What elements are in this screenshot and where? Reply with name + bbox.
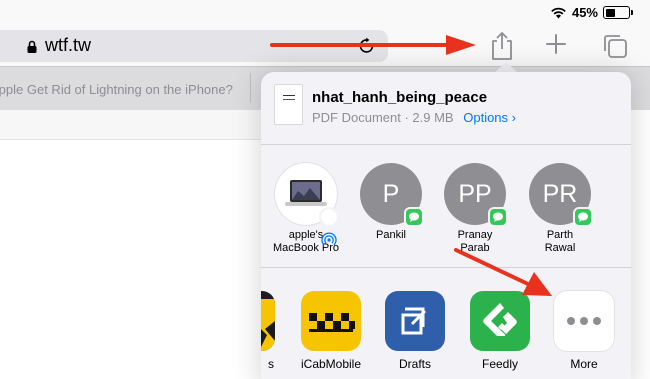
app-more[interactable]: More — [548, 291, 620, 371]
app-label: iCabMobile — [300, 357, 362, 371]
tabs-icon[interactable] — [602, 33, 628, 59]
app-label: Feedly — [481, 357, 519, 371]
people-row: apple's MacBook Pro P Pankil PP Pranay P… — [261, 145, 631, 268]
app-partial[interactable]: s — [261, 291, 281, 371]
status-indicators: 45% — [550, 5, 633, 20]
app-icabmobile[interactable]: iCabMobile — [295, 291, 367, 371]
messages-badge-icon — [573, 207, 593, 227]
partial-app-icon — [261, 291, 275, 351]
app-label: More — [570, 357, 598, 371]
messages-badge-icon — [488, 207, 508, 227]
content-header-strip — [0, 110, 262, 140]
document-name: nhat_hanh_being_peace — [312, 89, 488, 106]
battery-percent: 45% — [571, 5, 598, 20]
app-feedly[interactable]: Feedly — [464, 291, 536, 371]
airdrop-device-macbook[interactable]: apple's MacBook Pro — [266, 163, 346, 255]
document-meta-row: PDF Document · 2.9 MB Options › — [312, 110, 516, 125]
share-icon[interactable] — [489, 31, 515, 61]
tab-divider — [250, 73, 251, 103]
laptop-icon — [285, 180, 327, 206]
wifi-icon — [551, 7, 566, 19]
annotation-arrow-more — [454, 248, 552, 296]
apps-row: s iCabMobile Drafts Feedly More — [261, 269, 631, 379]
feedly-icon — [470, 291, 530, 351]
messages-badge-icon — [404, 207, 424, 227]
document-thumbnail — [274, 84, 303, 125]
drafts-icon — [385, 291, 445, 351]
options-label: Options — [463, 110, 509, 125]
person-label: Pankil — [376, 229, 406, 241]
document-header: nhat_hanh_being_peace PDF Document · 2.9… — [261, 72, 631, 145]
plus-icon[interactable] — [545, 33, 567, 55]
airdrop-badge-icon — [319, 207, 339, 246]
share-sheet: nhat_hanh_being_peace PDF Document · 2.9… — [261, 72, 631, 379]
app-drafts[interactable]: Drafts — [379, 291, 451, 371]
url-text: wtf.tw — [45, 35, 92, 55]
icabmobile-icon — [301, 291, 361, 351]
contact-pranay-parab[interactable]: PP Pranay Parab — [435, 163, 515, 255]
document-meta: PDF Document · 2.9 MB — [312, 110, 454, 125]
macbook-avatar — [275, 163, 339, 246]
contact-avatar: P — [360, 163, 424, 227]
annotation-arrow-share — [270, 35, 476, 55]
more-icon — [554, 291, 614, 351]
lock-icon — [27, 40, 37, 53]
options-button[interactable]: Options › — [463, 110, 516, 125]
tab-title[interactable]: Apple Get Rid of Lightning on the iPhone… — [0, 82, 233, 97]
chevron-right-icon: › — [511, 110, 517, 125]
contact-pankil[interactable]: P Pankil — [351, 163, 431, 242]
battery-fill — [605, 8, 616, 17]
contact-parth-rawal[interactable]: PR Parth Rawal — [520, 163, 600, 255]
app-label: Drafts — [398, 357, 431, 371]
contact-avatar: PR — [529, 163, 593, 227]
app-label: s — [268, 357, 274, 371]
contact-avatar: PP — [444, 163, 508, 227]
battery-icon — [603, 6, 633, 19]
status-bar: 45% — [0, 0, 650, 26]
ipad-screen: 45% wtf.tw Apple Get Rid of Lightning on… — [0, 0, 650, 379]
